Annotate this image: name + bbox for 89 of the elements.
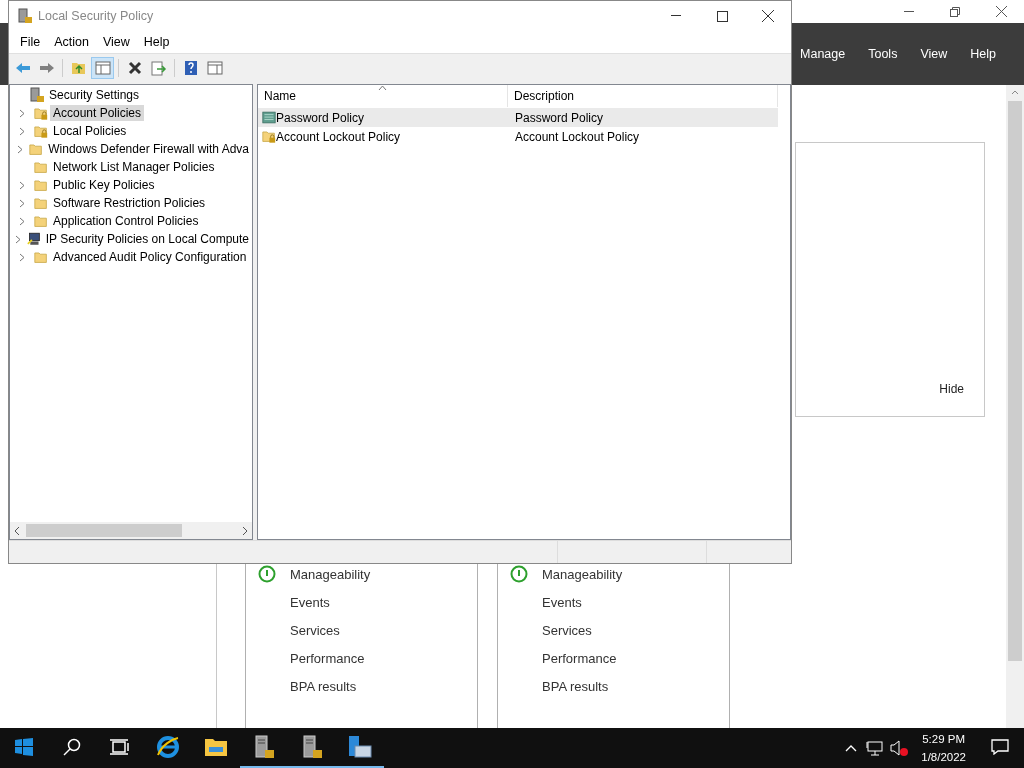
tile-item[interactable]: Events: [542, 594, 582, 610]
chevron-right-icon[interactable]: [19, 126, 25, 136]
chevron-right-icon[interactable]: [19, 252, 25, 262]
tile-item[interactable]: Events: [290, 594, 330, 610]
list-row[interactable]: Account Lockout Policy Account Lockout Policy: [258, 127, 778, 146]
tile-item[interactable]: Performance: [542, 650, 617, 666]
hide-link[interactable]: Hide: [939, 382, 964, 396]
tree-item[interactable]: IP Security Policies on Local Compute: [42, 231, 252, 247]
back-arrow-icon: [14, 62, 31, 74]
folder-icon: [34, 249, 48, 265]
server-lock-icon: [301, 735, 323, 759]
policy-name: Account Lockout Policy: [276, 129, 401, 144]
notification-icon: [991, 739, 1009, 755]
server-manager-icon: [347, 735, 373, 759]
close-icon: [762, 10, 774, 22]
locked-folder-icon: [34, 105, 48, 121]
window-title: Local Security Policy: [38, 9, 155, 23]
locked-folder-icon: [262, 129, 276, 144]
chevron-right-icon[interactable]: [19, 180, 25, 190]
close-icon: [995, 6, 1007, 17]
locked-folder-icon: [34, 123, 48, 139]
tile-item[interactable]: Manageability: [542, 566, 623, 582]
tile-item[interactable]: BPA results: [290, 678, 357, 694]
export-list-icon: [150, 60, 167, 76]
chevron-up-icon[interactable]: [845, 744, 858, 752]
folder-up-icon: [70, 61, 87, 75]
menu-item[interactable]: Action: [47, 35, 96, 49]
browser-icon: [156, 735, 180, 759]
horizontal-scrollbar[interactable]: [10, 522, 252, 539]
folder-icon: [34, 177, 48, 193]
volume-muted-icon[interactable]: [890, 740, 909, 756]
chevron-right-icon[interactable]: [19, 108, 25, 118]
console-tree-icon: [94, 61, 111, 75]
tile-item[interactable]: Manageability: [290, 566, 371, 582]
tree-item[interactable]: Application Control Policies: [50, 213, 202, 229]
menu-item[interactable]: Tools: [868, 47, 898, 61]
tile-item[interactable]: Performance: [290, 650, 365, 666]
tree-item[interactable]: Account Policies: [50, 105, 145, 121]
menu-item[interactable]: View: [95, 35, 137, 49]
folder-icon: [29, 141, 44, 157]
help-icon: [183, 60, 198, 76]
clock[interactable]: 5:29 PM 1/8/2022: [911, 730, 976, 766]
tile-item[interactable]: Services: [542, 622, 592, 638]
tree-item[interactable]: Windows Defender Firewall with Adva: [45, 141, 252, 157]
tree-item[interactable]: Advanced Audit Policy Configuration: [50, 249, 250, 265]
maximize-icon: [716, 10, 728, 22]
tree-item[interactable]: Security Settings: [46, 87, 143, 103]
folder-icon: [34, 213, 48, 229]
menu-item[interactable]: Manage: [800, 47, 846, 61]
folder-icon: [204, 737, 228, 757]
chevron-right-icon[interactable]: [19, 198, 25, 208]
policy-name: Password Policy: [276, 110, 365, 125]
security-settings-icon: [17, 8, 32, 24]
search-icon: [63, 738, 81, 756]
restore-icon: [950, 6, 960, 17]
chevron-right-icon[interactable]: [19, 216, 25, 226]
tile-item[interactable]: Services: [290, 622, 340, 638]
tree-item[interactable]: Local Policies: [50, 123, 130, 139]
minimize-icon: [904, 10, 914, 13]
minimize-icon: [671, 15, 681, 17]
network-icon[interactable]: [866, 740, 885, 756]
chevron-right-icon[interactable]: [16, 144, 23, 154]
sort-ascending-icon: [378, 85, 387, 91]
security-settings-icon: [29, 87, 44, 103]
column-header[interactable]: Name: [258, 85, 508, 107]
server-lock-icon: [253, 735, 275, 759]
folder-icon: [34, 195, 48, 211]
windows-logo-icon: [15, 738, 33, 756]
tree-item[interactable]: Public Key Policies: [50, 177, 158, 193]
task-view-icon: [110, 739, 130, 755]
folder-icon: [34, 159, 48, 175]
forward-arrow-icon: [38, 62, 55, 74]
chevron-right-icon[interactable]: [15, 234, 22, 244]
policy-description: Account Lockout Policy: [515, 129, 640, 144]
tree-item[interactable]: Network List Manager Policies: [50, 159, 218, 175]
policy-icon: [262, 110, 276, 125]
policy-description: Password Policy: [515, 110, 604, 125]
computer-icon: [26, 231, 41, 247]
list-row[interactable]: Password Policy Password Policy: [258, 108, 778, 127]
delete-icon: [127, 61, 142, 75]
action-pane-icon: [206, 61, 223, 75]
menu-item[interactable]: Help: [970, 47, 996, 61]
menu-item[interactable]: Help: [136, 35, 177, 49]
column-header[interactable]: Description: [508, 85, 778, 107]
tile-item[interactable]: BPA results: [542, 678, 609, 694]
menu-item[interactable]: File: [13, 35, 48, 49]
menu-item[interactable]: View: [920, 47, 948, 61]
tree-item[interactable]: Software Restriction Policies: [50, 195, 209, 211]
scrollbar[interactable]: [1006, 85, 1024, 728]
